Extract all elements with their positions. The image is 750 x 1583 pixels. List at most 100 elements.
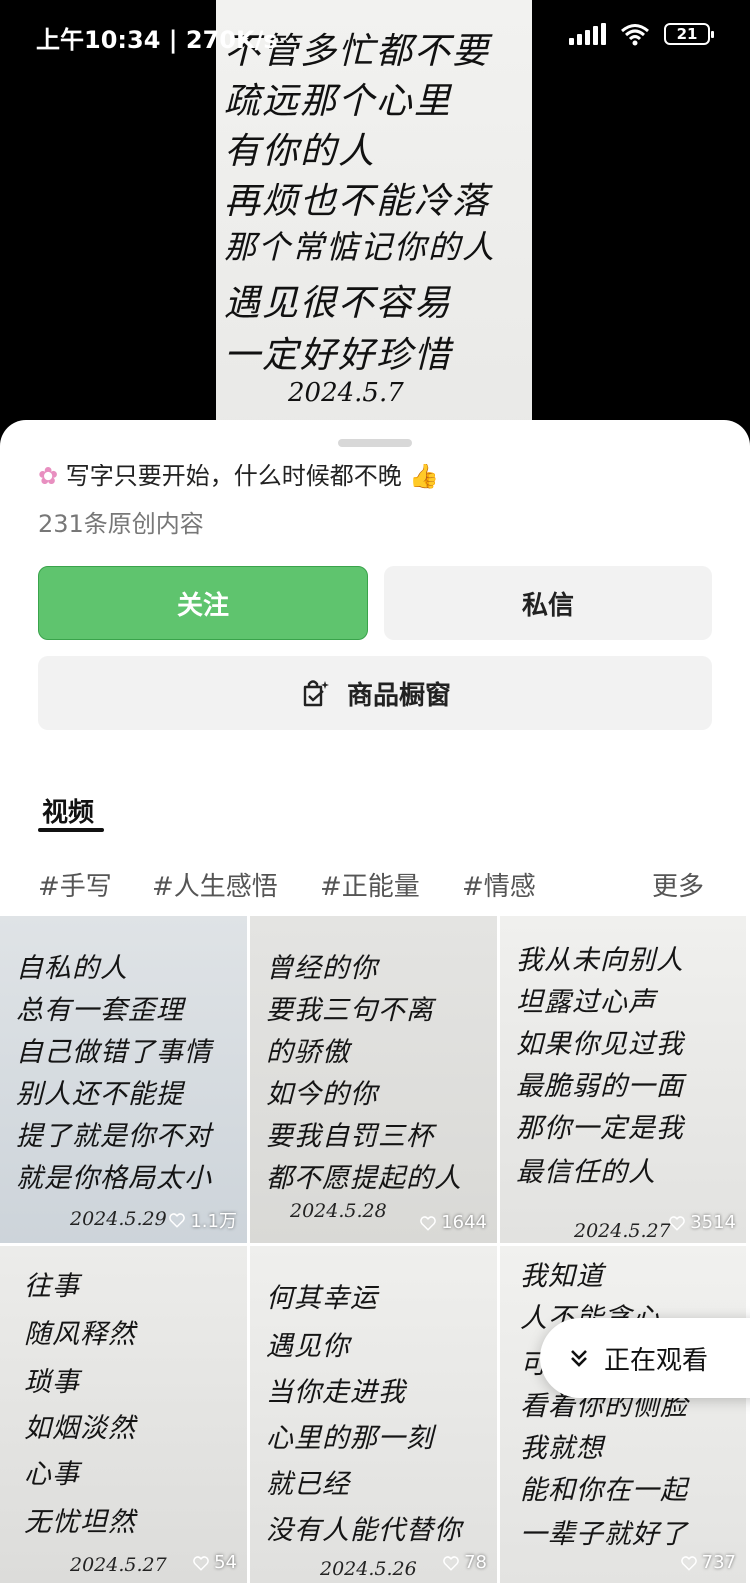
video-card[interactable]: 往事 随风释然 琐事 如烟淡然 心事 无忧坦然 2024.5.27 54: [0, 1246, 247, 1583]
tag-chip[interactable]: #手写: [38, 866, 112, 903]
signal-icon: [569, 23, 606, 45]
card-line: 自己做错了事情: [16, 1037, 212, 1068]
card-line: 就是你格局太小: [16, 1163, 212, 1194]
card-line: 心事: [24, 1459, 80, 1490]
tag-chip[interactable]: #情感: [462, 866, 536, 903]
profile-bio: ✿ 写字只要开始，什么时候都不晚 👍: [38, 464, 439, 490]
card-line: 提了就是你不对: [16, 1121, 212, 1152]
likes-count: 1.1万: [168, 1207, 237, 1233]
likes-count: 3514: [668, 1212, 736, 1233]
card-line: 何其幸运: [266, 1283, 378, 1314]
card-line: 如果你见过我: [516, 1029, 684, 1060]
likes-value: 78: [464, 1552, 487, 1573]
card-line: 我知道: [520, 1261, 604, 1292]
tag-chip[interactable]: #人生感悟: [152, 866, 278, 903]
card-line: 如今的你: [266, 1079, 378, 1110]
card-date: 2024.5.28: [290, 1200, 387, 1222]
original-count: 231条原创内容: [38, 510, 204, 538]
card-date: 2024.5.29: [70, 1208, 167, 1230]
hero-line: 有你的人: [224, 131, 377, 172]
likes-count: 54: [192, 1552, 237, 1573]
likes-value: 1.1万: [190, 1211, 237, 1232]
likes-value: 1644: [441, 1212, 487, 1233]
card-line: 琐事: [24, 1367, 80, 1398]
heart-icon: [443, 1555, 459, 1571]
card-line: 最信任的人: [516, 1157, 656, 1188]
battery-icon: 21: [664, 23, 714, 45]
card-line: 能和你在一起: [520, 1475, 688, 1506]
heart-icon: [169, 1213, 186, 1228]
card-line: 曾经的你: [266, 953, 378, 984]
shop-window-button[interactable]: 商品橱窗: [38, 656, 712, 730]
hero-line: 疏远那个心里: [224, 81, 453, 122]
likes-count: 1644: [419, 1212, 487, 1233]
hero-line: 再烦也不能冷落: [224, 181, 491, 222]
video-card[interactable]: 我知道 人不能贪心 可 看着你的侧脸 我就想 能和你在一起 一辈子就好了 737: [500, 1246, 746, 1583]
card-line: 就已经: [266, 1469, 350, 1500]
card-line: 一辈子就好了: [520, 1519, 688, 1550]
likes-value: 737: [701, 1552, 736, 1573]
card-line: 要我三句不离: [266, 995, 434, 1026]
card-date: 2024.5.26: [320, 1558, 417, 1580]
double-chevron-down-icon: [571, 1350, 587, 1367]
hero-line: 那个常惦记你的人: [224, 228, 497, 266]
flower-icon: ✿: [38, 464, 59, 490]
likes-value: 3514: [690, 1212, 736, 1233]
card-line: 没有人能代替你: [266, 1515, 462, 1546]
status-bar: 上午10:34 | 270K/s 21: [0, 0, 750, 72]
video-card[interactable]: 何其幸运 遇见你 当你走进我 心里的那一刻 就已经 没有人能代替你 2024.5…: [250, 1246, 497, 1583]
tags-more-button[interactable]: 更多: [652, 866, 704, 903]
video-grid: 自私的人 总有一套歪理 自己做错了事情 别人还不能提 提了就是你不对 就是你格局…: [0, 916, 750, 1583]
video-card[interactable]: 自私的人 总有一套歪理 自己做错了事情 别人还不能提 提了就是你不对 就是你格局…: [0, 916, 247, 1243]
hero-line: 遇见很不容易: [224, 283, 453, 324]
now-watching-label: 正在观看: [604, 1345, 709, 1376]
heart-icon: [420, 1215, 437, 1231]
message-button[interactable]: 私信: [384, 566, 712, 640]
heart-icon: [680, 1555, 697, 1571]
card-line: 随风释然: [24, 1319, 136, 1350]
card-line: 我从未向别人: [516, 945, 684, 976]
card-line: 都不愿提起的人: [266, 1163, 462, 1194]
hero-line: 一定好好珍惜: [224, 335, 453, 376]
likes-count: 737: [680, 1552, 736, 1573]
card-line: 无忧坦然: [24, 1507, 136, 1538]
card-line: 心里的那一刻: [266, 1423, 434, 1454]
hero-date: 2024.5.7: [288, 378, 404, 408]
card-line: 那你一定是我: [516, 1113, 684, 1144]
card-line: 自私的人: [16, 953, 128, 984]
tab-video[interactable]: 视频: [42, 792, 94, 829]
tag-chip[interactable]: #正能量: [320, 866, 420, 903]
tab-underline: [38, 828, 104, 832]
card-line: 当你走进我: [266, 1377, 406, 1408]
now-watching-button[interactable]: 正在观看: [540, 1318, 750, 1398]
bio-text: 写字只要开始，什么时候都不晚: [65, 464, 402, 490]
likes-count: 78: [442, 1552, 487, 1573]
card-date: 2024.5.27: [574, 1220, 671, 1242]
card-line: 别人还不能提: [16, 1079, 184, 1110]
profile-sheet: ✿ 写字只要开始，什么时候都不晚 👍 231条原创内容 关注 私信 商品橱窗 视…: [0, 420, 750, 1583]
shopping-bag-icon: [303, 680, 329, 707]
drag-handle[interactable]: [338, 439, 412, 447]
card-line: 我就想: [520, 1433, 604, 1464]
follow-button[interactable]: 关注: [38, 566, 368, 640]
status-icons: 21: [569, 22, 714, 46]
wifi-icon: [621, 24, 649, 46]
card-line: 要我自罚三杯: [266, 1121, 434, 1152]
card-line: 的骄傲: [266, 1037, 350, 1068]
card-line: 如烟淡然: [24, 1413, 136, 1444]
video-card[interactable]: 曾经的你 要我三句不离 的骄傲 如今的你 要我自罚三杯 都不愿提起的人 2024…: [250, 916, 497, 1243]
action-buttons: 关注 私信: [38, 566, 712, 640]
card-line: 总有一套歪理: [16, 995, 184, 1026]
card-line: 往事: [24, 1271, 80, 1302]
card-line: 遇见你: [266, 1331, 350, 1362]
thumbs-up-icon: 👍: [409, 464, 440, 490]
heart-icon: [669, 1215, 686, 1231]
card-date: 2024.5.27: [70, 1554, 167, 1576]
shop-window-label: 商品橱窗: [346, 680, 451, 711]
tag-filter-bar: #手写 #人生感悟 #正能量 #情感 更多: [0, 866, 750, 906]
card-line: 最脆弱的一面: [516, 1071, 684, 1102]
status-time: 上午10:34 | 270K/s: [36, 26, 278, 54]
card-line: 坦露过心声: [516, 987, 656, 1018]
video-card[interactable]: 我从未向别人 坦露过心声 如果你见过我 最脆弱的一面 那你一定是我 最信任的人 …: [500, 916, 746, 1243]
heart-icon: [193, 1555, 209, 1571]
